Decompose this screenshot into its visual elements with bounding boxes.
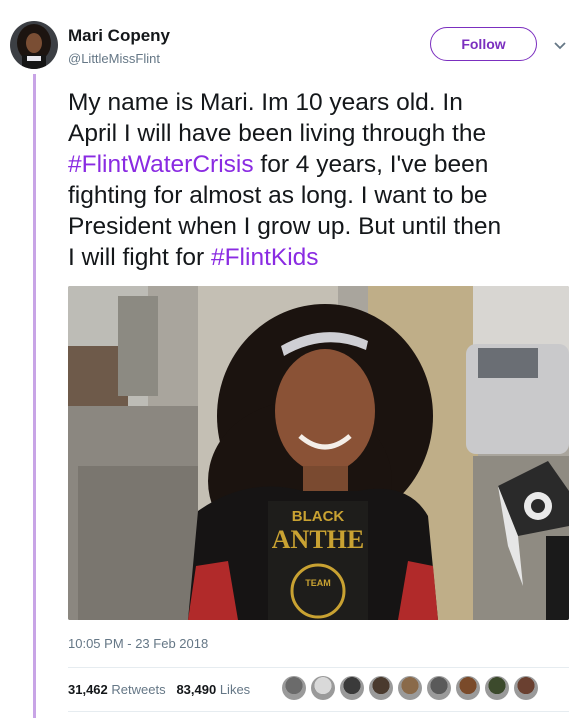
liker-avatar[interactable] — [514, 676, 538, 700]
shirt-text-3: TEAM — [305, 578, 331, 588]
liker-avatar[interactable] — [282, 676, 306, 700]
divider — [68, 711, 569, 712]
liker-avatar[interactable] — [398, 676, 422, 700]
retweet-stat[interactable]: 31,462 Retweets — [68, 682, 166, 697]
retweets-count: 31,462 — [68, 682, 108, 697]
tweet-text-segment: April I will have been living through th… — [68, 120, 487, 147]
tweet-stats: 31,462 Retweets 83,490 Likes — [68, 682, 250, 697]
tweet-text-line: My name is Mari. Im 10 years old. In — [68, 87, 568, 118]
tweet-text-segment: My name is Mari. Im 10 years old. In — [68, 89, 463, 116]
display-name[interactable]: Mari Copeny — [68, 26, 170, 46]
tweet-text-line: #FlintWaterCrisis for 4 years, I've been — [68, 149, 568, 180]
likes-stat[interactable]: 83,490 Likes — [176, 682, 250, 697]
hashtag-link[interactable]: #FlintKids — [211, 244, 319, 271]
hashtag-link[interactable]: #FlintWaterCrisis — [68, 151, 254, 178]
tweet-text-segment: for 4 years, I've been — [253, 151, 489, 178]
tweet-text-segment: I will fight for — [68, 244, 211, 271]
follow-button[interactable]: Follow — [430, 27, 537, 61]
tweet-header: Mari Copeny @LittleMissFlint Follow — [0, 0, 579, 74]
tweet-text-segment: President when I grow up. But until then — [68, 213, 502, 240]
liker-avatar[interactable] — [485, 676, 509, 700]
retweets-label: Retweets — [111, 682, 166, 697]
liker-avatars — [282, 676, 543, 702]
liker-avatar[interactable] — [427, 676, 451, 700]
liker-avatar[interactable] — [340, 676, 364, 700]
tweet-text-line: I will fight for #FlintKids — [68, 242, 568, 273]
divider — [68, 667, 569, 668]
liker-avatar[interactable] — [456, 676, 480, 700]
tweet-text-line: April I will have been living through th… — [68, 118, 568, 149]
thread-line — [33, 74, 36, 718]
avatar[interactable] — [10, 21, 58, 69]
likes-count: 83,490 — [176, 682, 217, 697]
tweet-text-line: President when I grow up. But until then — [68, 211, 568, 242]
tweet-photo[interactable]: BLACK ANTHE TEAM — [68, 286, 569, 620]
likes-label: Likes — [219, 682, 251, 697]
liker-avatar[interactable] — [369, 676, 393, 700]
chevron-down-icon[interactable] — [553, 38, 567, 50]
shirt-text-2: ANTHE — [272, 525, 364, 554]
user-handle[interactable]: @LittleMissFlint — [68, 51, 160, 66]
tweet-timestamp[interactable]: 10:05 PM - 23 Feb 2018 — [68, 636, 208, 651]
tweet-text-line: fighting for almost as long. I want to b… — [68, 180, 568, 211]
shirt-text-1: BLACK — [292, 508, 345, 525]
liker-avatar[interactable] — [311, 676, 335, 700]
tweet-text: My name is Mari. Im 10 years old. In Apri… — [68, 87, 568, 273]
tweet-text-segment: fighting for almost as long. I want to b… — [68, 182, 488, 209]
